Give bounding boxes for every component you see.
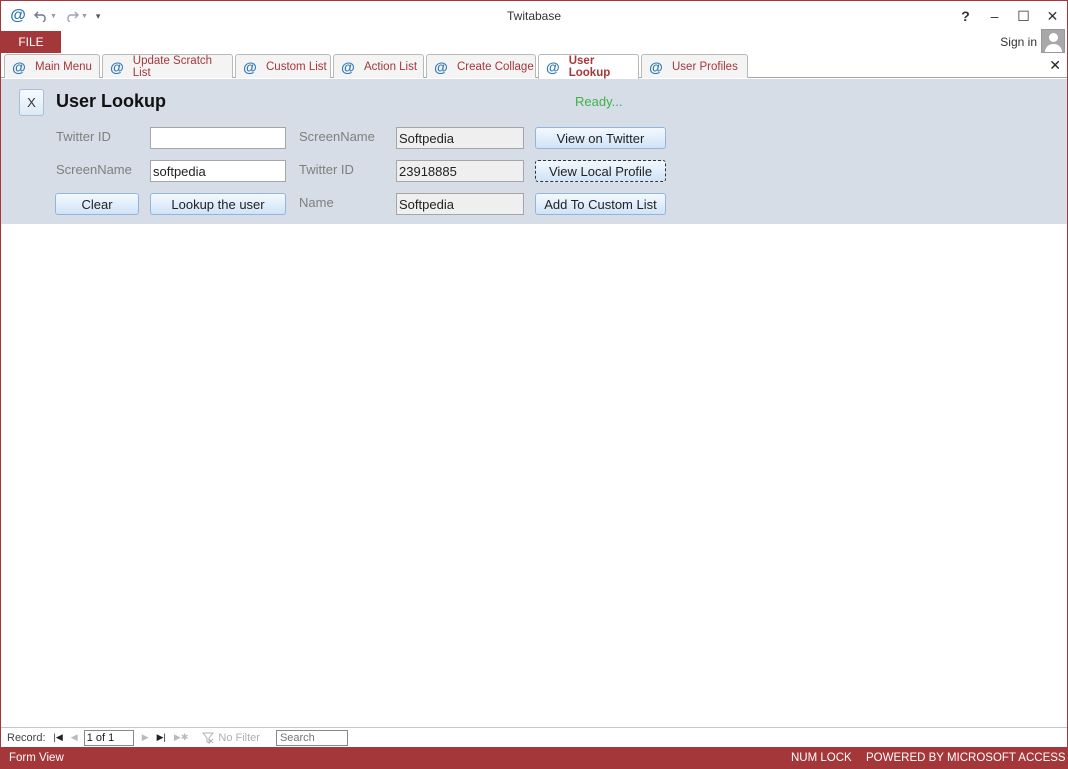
twitter-id-input[interactable] bbox=[150, 127, 286, 149]
tab-user-lookup[interactable]: @ User Lookup bbox=[538, 54, 639, 79]
close-window-button[interactable]: ✕ bbox=[1038, 1, 1067, 31]
screenname-input[interactable] bbox=[150, 160, 286, 182]
tab-action-list[interactable]: @ Action List bbox=[333, 54, 424, 78]
twitter-id-label: Twitter ID bbox=[56, 129, 111, 144]
result-name-label: Name bbox=[299, 195, 334, 210]
tab-label: Create Collage bbox=[457, 60, 534, 73]
help-button[interactable]: ? bbox=[951, 1, 980, 31]
avatar[interactable] bbox=[1041, 29, 1065, 53]
tab-label: User Lookup bbox=[568, 55, 611, 79]
tab-label: Action List bbox=[364, 60, 418, 73]
view-mode-text: Form View bbox=[9, 752, 64, 764]
first-record-icon[interactable]: |◀ bbox=[54, 732, 63, 743]
previous-record-icon[interactable]: ◀ bbox=[71, 732, 78, 743]
ribbon-row: FILE Sign in bbox=[1, 29, 1067, 53]
title-bar: @ ▼ ▼ ▾ Twitabase ? – ☐ ✕ bbox=[1, 1, 1067, 31]
tab-custom-list[interactable]: @ Custom List bbox=[235, 54, 331, 78]
status-text: Ready... bbox=[575, 94, 623, 109]
result-twitter-id-field[interactable] bbox=[396, 160, 524, 182]
view-local-profile-button[interactable]: View Local Profile bbox=[535, 160, 666, 182]
tab-create-collage[interactable]: @ Create Collage bbox=[426, 54, 536, 78]
at-icon: @ bbox=[110, 58, 124, 75]
next-record-icon[interactable]: ▶ bbox=[142, 732, 149, 743]
sign-in-link[interactable]: Sign in bbox=[1000, 35, 1037, 49]
result-screenname-label: ScreenName bbox=[299, 129, 375, 144]
close-document-icon[interactable]: ✕ bbox=[1049, 57, 1061, 74]
result-name-field[interactable] bbox=[396, 193, 524, 215]
at-icon: @ bbox=[649, 58, 663, 75]
close-form-button[interactable]: X bbox=[19, 89, 44, 116]
result-twitter-id-label: Twitter ID bbox=[299, 162, 354, 177]
window-title: Twitabase bbox=[506, 9, 562, 23]
filter-icon bbox=[202, 732, 215, 744]
user-lookup-form: X User Lookup Ready... Twitter ID Screen… bbox=[1, 79, 1067, 224]
document-tabs: @ Main Menu @ Update Scratch List @ Cust… bbox=[1, 53, 1067, 79]
num-lock-indicator: NUM LOCK bbox=[791, 752, 852, 764]
minimize-button[interactable]: – bbox=[980, 1, 1009, 31]
screenname-label: ScreenName bbox=[56, 162, 132, 177]
view-on-twitter-button[interactable]: View on Twitter bbox=[535, 127, 666, 149]
clear-button[interactable]: Clear bbox=[55, 193, 139, 215]
at-icon: @ bbox=[546, 59, 560, 75]
at-icon: @ bbox=[434, 58, 448, 75]
add-to-custom-list-button[interactable]: Add To Custom List bbox=[535, 193, 666, 215]
record-label: Record: bbox=[7, 731, 46, 744]
tab-label: Update Scratch List bbox=[132, 54, 213, 79]
file-tab[interactable]: FILE bbox=[1, 31, 61, 53]
tab-main-menu[interactable]: @ Main Menu bbox=[4, 54, 100, 78]
no-filter-label: No Filter bbox=[218, 731, 260, 744]
tab-label: Custom List bbox=[266, 60, 327, 73]
tab-label: User Profiles bbox=[672, 60, 738, 73]
powered-by-text: POWERED BY MICROSOFT ACCESS bbox=[866, 752, 1066, 764]
at-icon: @ bbox=[12, 58, 26, 75]
no-filter-button[interactable]: No Filter bbox=[202, 732, 260, 744]
record-position-input[interactable] bbox=[83, 729, 134, 746]
tab-user-profiles[interactable]: @ User Profiles bbox=[641, 54, 748, 78]
lookup-user-button[interactable]: Lookup the user bbox=[150, 193, 286, 215]
at-icon: @ bbox=[341, 58, 355, 75]
result-screenname-field[interactable] bbox=[396, 127, 524, 149]
window-controls: ? – ☐ ✕ bbox=[951, 1, 1067, 31]
search-input[interactable] bbox=[275, 729, 348, 746]
maximize-button[interactable]: ☐ bbox=[1009, 1, 1038, 31]
status-bar: Form View NUM LOCK POWERED BY MICROSOFT … bbox=[1, 747, 1067, 768]
record-navigation: Record: |◀ ◀ ▶ ▶| ▶✱ No Filter bbox=[1, 727, 1067, 747]
page-title: User Lookup bbox=[56, 91, 167, 111]
at-icon: @ bbox=[243, 58, 257, 75]
tab-update-scratch-list[interactable]: @ Update Scratch List bbox=[102, 54, 233, 79]
tab-label: Main Menu bbox=[35, 60, 92, 73]
app-window: @ ▼ ▼ ▾ Twitabase ? – ☐ ✕ FILE Sign in @ bbox=[0, 0, 1068, 769]
new-record-icon[interactable]: ▶✱ bbox=[174, 732, 188, 743]
last-record-icon[interactable]: ▶| bbox=[157, 732, 166, 743]
